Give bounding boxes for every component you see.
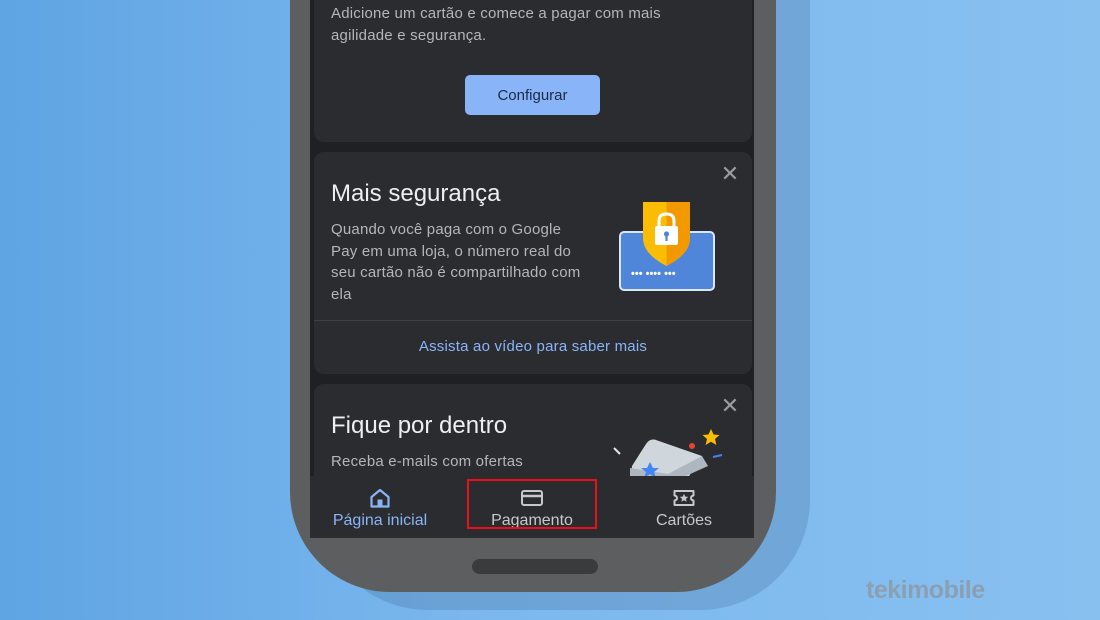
close-icon[interactable]: ✕ [719,163,741,185]
close-icon[interactable]: ✕ [719,395,741,417]
setup-card: Adicione um cartão e comece a pagar com … [314,0,752,142]
newsletter-card-title: Fique por dentro [331,412,508,439]
newsletter-card-text: Receba e-mails com ofertas [331,453,523,470]
security-card-text: Quando você paga com o Google Pay em uma… [331,221,581,303]
watermark: tekimobile [866,576,985,604]
app-screen: Adicione um cartão e comece a pagar com … [310,0,754,538]
home-icon [370,488,390,508]
card-number-dots: ••• •••• ••• [631,268,676,280]
watch-video-link[interactable]: Assista ao vídeo para saber mais [314,338,752,355]
security-card: Mais segurança Quando você paga com o Go… [314,152,752,374]
nav-label-home: Página inicial [332,512,428,529]
email-envelope-illustration [613,429,723,484]
nav-item-home[interactable]: Página inicial [316,476,444,538]
secure-card-illustration: ••• •••• ••• [619,202,715,291]
setup-card-text: Adicione um cartão e comece a pagar com … [331,5,661,44]
card-divider [314,320,752,321]
security-card-title: Mais segurança [331,180,501,207]
payment-highlight-box [467,479,597,529]
configure-button[interactable]: Configurar [465,75,600,115]
home-indicator[interactable] [472,559,598,574]
nav-label-cards: Cartões [655,512,713,529]
ticket-star-icon [673,490,695,506]
nav-item-cards[interactable]: Cartões [620,476,748,538]
